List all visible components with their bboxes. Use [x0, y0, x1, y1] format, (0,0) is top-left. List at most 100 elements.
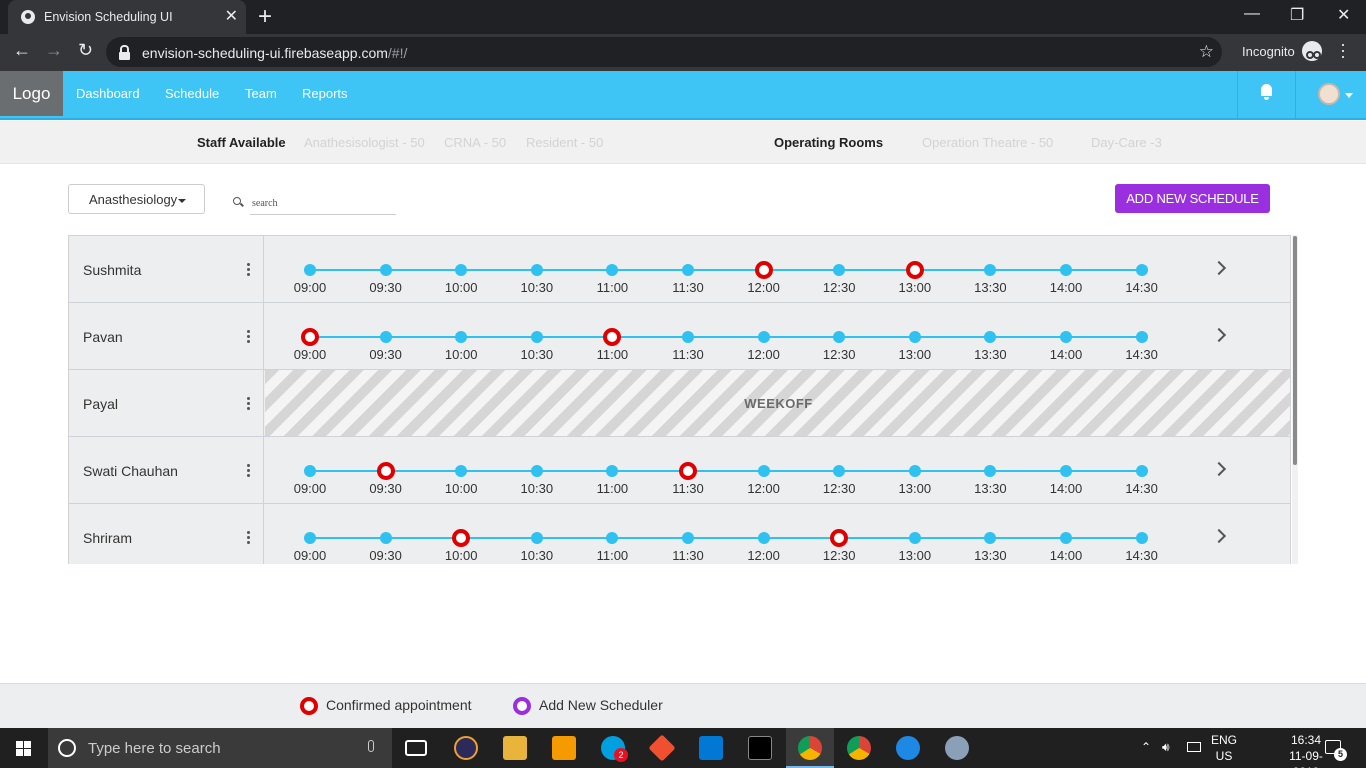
time-slot[interactable]: 13:30 [965, 236, 1015, 302]
taskbar-search-box[interactable]: Type here to search [48, 728, 392, 768]
time-slot[interactable]: 11:30 [663, 303, 713, 369]
available-slot-marker[interactable] [908, 465, 921, 477]
time-slot[interactable]: 12:00 [739, 236, 789, 302]
bell-icon[interactable] [1261, 84, 1272, 100]
kebab-menu-icon[interactable] [247, 397, 250, 410]
available-slot-marker[interactable] [1135, 465, 1148, 477]
time-slot[interactable]: 14:00 [1041, 504, 1091, 564]
time-slot[interactable]: 12:30 [814, 437, 864, 503]
available-slot-marker[interactable] [530, 465, 543, 477]
add-new-schedule-button[interactable]: ADD NEW SCHEDULE [1115, 184, 1270, 213]
minimize-icon[interactable]: — [1244, 5, 1260, 23]
time-slot[interactable]: 14:30 [1117, 504, 1167, 564]
available-slot-marker[interactable] [984, 331, 997, 343]
time-slot[interactable]: 13:00 [890, 504, 940, 564]
confirmed-appointment-marker[interactable] [376, 462, 395, 480]
available-slot-marker[interactable] [1135, 264, 1148, 276]
time-slot[interactable]: 11:30 [663, 437, 713, 503]
time-slot[interactable]: 13:00 [890, 303, 940, 369]
time-slot[interactable]: 14:00 [1041, 303, 1091, 369]
time-slot[interactable]: 09:30 [361, 504, 411, 564]
app-logo[interactable]: Logo [0, 71, 63, 116]
available-slot-marker[interactable] [1060, 264, 1072, 276]
time-slot[interactable]: 13:30 [965, 303, 1015, 369]
volume-icon[interactable]: 🔊︎ [1162, 740, 1170, 755]
available-slot-marker[interactable] [379, 532, 392, 544]
time-slot[interactable]: 11:00 [587, 303, 637, 369]
available-slot-marker[interactable] [606, 264, 619, 276]
available-slot-marker[interactable] [984, 532, 997, 544]
time-slot[interactable]: 14:00 [1041, 437, 1091, 503]
grid-scrollbar[interactable] [1292, 235, 1298, 564]
available-slot-marker[interactable] [984, 465, 997, 477]
kebab-menu-icon[interactable] [247, 464, 250, 477]
time-slot[interactable]: 14:30 [1117, 437, 1167, 503]
time-slot[interactable]: 10:00 [436, 303, 486, 369]
available-slot-marker[interactable] [908, 532, 921, 544]
available-slot-marker[interactable] [304, 264, 316, 276]
time-slot[interactable]: 10:00 [436, 504, 486, 564]
tray-chevron-up-icon[interactable]: ⌃ [1141, 740, 1151, 754]
available-slot-marker[interactable] [1060, 331, 1072, 343]
available-slot-marker[interactable] [1135, 331, 1148, 343]
available-slot-marker[interactable] [682, 331, 694, 343]
available-slot-marker[interactable] [833, 331, 846, 343]
forward-arrow-icon[interactable]: → [45, 40, 63, 61]
available-slot-marker[interactable] [379, 264, 392, 276]
app-icon[interactable] [945, 736, 969, 760]
available-slot-marker[interactable] [606, 465, 619, 477]
kebab-menu-icon[interactable] [247, 330, 250, 343]
edge-icon[interactable] [896, 736, 920, 760]
time-slot[interactable]: 11:30 [663, 504, 713, 564]
available-slot-marker[interactable] [1060, 532, 1072, 544]
time-slot[interactable]: 09:30 [361, 303, 411, 369]
available-slot-marker[interactable] [833, 465, 846, 477]
sublime-text-icon[interactable] [552, 736, 576, 760]
available-slot-marker[interactable] [304, 465, 316, 477]
confirmed-appointment-marker[interactable] [679, 462, 697, 480]
time-slot[interactable]: 14:30 [1117, 303, 1167, 369]
bookmark-star-icon[interactable]: ☆ [1199, 42, 1214, 62]
available-slot-marker[interactable] [757, 465, 770, 477]
input-language[interactable]: ENG US [1211, 732, 1237, 764]
time-slot[interactable]: 09:00 [285, 504, 335, 564]
time-slot[interactable]: 13:00 [890, 437, 940, 503]
chevron-right-icon[interactable] [1211, 528, 1227, 544]
available-slot-marker[interactable] [682, 264, 694, 276]
nav-schedule[interactable]: Schedule [165, 86, 219, 101]
chevron-right-icon[interactable] [1211, 260, 1227, 276]
scrollbar-thumb[interactable] [1293, 236, 1297, 465]
search-input[interactable] [250, 193, 396, 215]
available-slot-marker[interactable] [304, 532, 316, 544]
terminal-icon[interactable] [748, 736, 772, 760]
kebab-menu-icon[interactable] [247, 531, 250, 544]
time-slot[interactable]: 09:30 [361, 437, 411, 503]
kebab-menu-icon[interactable] [247, 263, 250, 276]
microphone-icon[interactable] [368, 740, 374, 752]
back-arrow-icon[interactable]: ← [13, 40, 31, 61]
git-icon[interactable] [648, 734, 676, 762]
time-slot[interactable]: 09:00 [285, 236, 335, 302]
browser-tab[interactable]: Envision Scheduling UI ✕ [8, 0, 246, 34]
close-window-icon[interactable]: ✕ [1337, 5, 1350, 25]
available-slot-marker[interactable] [757, 331, 770, 343]
time-slot[interactable]: 12:00 [739, 303, 789, 369]
time-slot[interactable]: 12:30 [814, 303, 864, 369]
time-slot[interactable]: 10:30 [512, 236, 562, 302]
nav-dashboard[interactable]: Dashboard [76, 86, 140, 101]
time-slot[interactable]: 10:30 [512, 437, 562, 503]
time-slot[interactable]: 10:00 [436, 236, 486, 302]
nav-reports[interactable]: Reports [302, 86, 348, 101]
user-avatar[interactable] [1318, 83, 1340, 105]
task-view-icon[interactable] [405, 740, 427, 756]
available-slot-marker[interactable] [455, 331, 468, 343]
available-slot-marker[interactable] [530, 331, 543, 343]
available-slot-marker[interactable] [1060, 465, 1072, 477]
network-icon[interactable] [1187, 742, 1201, 752]
available-slot-marker[interactable] [984, 264, 997, 276]
confirmed-appointment-marker[interactable] [905, 261, 924, 279]
available-slot-marker[interactable] [908, 331, 921, 343]
available-slot-marker[interactable] [530, 264, 543, 276]
available-slot-marker[interactable] [833, 264, 846, 276]
nav-team[interactable]: Team [245, 86, 277, 101]
